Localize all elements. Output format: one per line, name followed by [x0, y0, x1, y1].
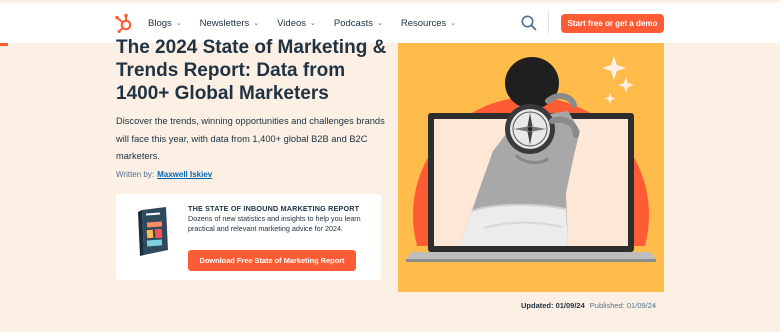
- byline: Written by: Maxwell Iskiev: [116, 170, 212, 179]
- article-dates: Updated: 01/09/24 Published: 01/09/24: [521, 301, 656, 310]
- download-report-button[interactable]: Download Free State of Marketing Report: [188, 250, 356, 271]
- author-link[interactable]: Maxwell Iskiev: [157, 170, 212, 179]
- nav-item-videos[interactable]: Videos ⌄: [277, 18, 316, 29]
- promo-title: THE STATE OF INBOUND MARKETING REPORT: [188, 204, 360, 213]
- hubspot-sprocket-icon[interactable]: [113, 12, 135, 34]
- chevron-down-icon: ⌄: [450, 20, 457, 27]
- chevron-down-icon: ⌄: [376, 20, 383, 27]
- page-title: The 2024 State of Marketing & Trends Rep…: [116, 37, 387, 104]
- chevron-down-icon: ⌄: [253, 20, 260, 27]
- article-description: Discover the trends, winning opportuniti…: [116, 116, 385, 161]
- nav-item-newsletters[interactable]: Newsletters ⌄: [200, 18, 260, 29]
- nav-item-blogs[interactable]: Blogs ⌄: [148, 18, 182, 29]
- hero-image: [398, 43, 664, 292]
- published-date: Published: 01/09/24: [589, 301, 657, 310]
- report-promo-card: THE STATE OF INBOUND MARKETING REPORT Do…: [116, 194, 381, 280]
- start-free-cta-button[interactable]: Start free or get a demo: [561, 14, 664, 33]
- accent-bar: [0, 43, 8, 46]
- chevron-down-icon: ⌄: [175, 20, 182, 27]
- chevron-down-icon: ⌄: [310, 20, 316, 27]
- nav-item-label: Resources: [400, 17, 447, 29]
- nav-item-label: Videos: [277, 17, 307, 29]
- updated-date: Updated: 01/09/24: [521, 301, 585, 310]
- search-icon[interactable]: [520, 14, 538, 32]
- promo-text: Dozens of new statistics and insights to…: [188, 214, 361, 233]
- byline-prefix: Written by:: [116, 170, 155, 179]
- nav-item-resources[interactable]: Resources ⌄: [401, 18, 456, 29]
- nav-divider: [548, 12, 549, 34]
- report-book-image: [134, 206, 172, 258]
- nav-item-podcasts[interactable]: Podcasts ⌄: [334, 18, 383, 29]
- nav-item-label: Podcasts: [333, 17, 373, 29]
- nav-item-label: Newsletters: [199, 17, 250, 29]
- nav-item-label: Blogs: [148, 17, 172, 29]
